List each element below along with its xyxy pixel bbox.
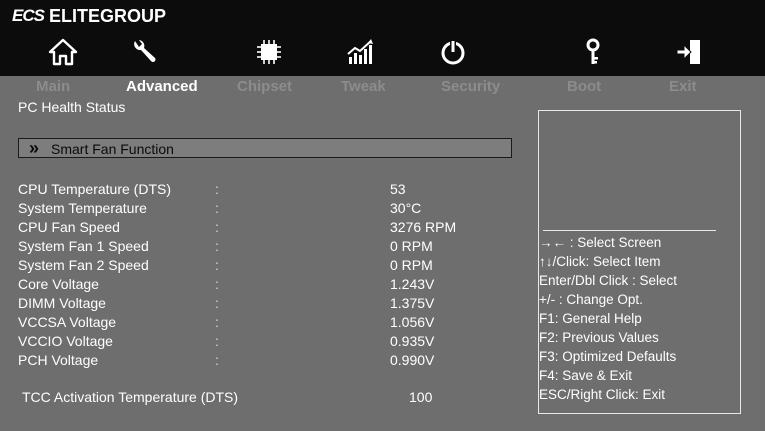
help-line: ↑↓/Click: Select Item xyxy=(539,254,661,269)
header-bar: ECS ELITEGROUP xyxy=(0,0,765,76)
brand: ECS ELITEGROUP xyxy=(12,5,166,27)
reading-label: VCCSA Voltage xyxy=(18,314,117,330)
reading-value: 0.990V xyxy=(390,352,435,368)
chart-icon[interactable] xyxy=(335,33,385,71)
reading-colon: : xyxy=(215,314,219,330)
help-line: +/- : Change Opt. xyxy=(539,292,643,307)
reading-value: 1.243V xyxy=(390,276,435,292)
reading-colon: : xyxy=(215,333,219,349)
reading-row: System Temperature : 30°C xyxy=(18,200,518,219)
reading-row: Core Voltage : 1.243V xyxy=(18,276,518,295)
reading-colon: : xyxy=(215,352,219,368)
reading-row: System Fan 2 Speed : 0 RPM xyxy=(18,257,518,276)
tcc-activation-temperature-label[interactable]: TCC Activation Temperature (DTS) xyxy=(22,389,238,405)
reading-value: 0 RPM xyxy=(390,238,433,254)
key-icon[interactable] xyxy=(568,33,618,71)
smart-fan-function-label: Smart Fan Function xyxy=(51,141,174,157)
reading-colon: : xyxy=(215,219,219,235)
tab-tweak[interactable]: Tweak xyxy=(341,78,386,95)
help-line: →← : Select Screen xyxy=(539,235,662,250)
reading-label: DIMM Voltage xyxy=(18,295,106,311)
reading-value: 1.056V xyxy=(390,314,435,330)
power-icon[interactable] xyxy=(428,33,478,71)
reading-value: 3276 RPM xyxy=(390,219,457,235)
tab-exit[interactable]: Exit xyxy=(669,78,697,95)
reading-row: CPU Fan Speed : 3276 RPM xyxy=(18,219,518,238)
reading-label: PCH Voltage xyxy=(18,352,99,368)
reading-colon: : xyxy=(215,238,219,254)
reading-colon: : xyxy=(215,276,219,292)
reading-label: Core Voltage xyxy=(18,276,99,292)
reading-value: 30°C xyxy=(390,200,422,216)
icon-bar xyxy=(0,33,765,73)
help-line: F4: Save & Exit xyxy=(539,368,633,383)
help-line: F3: Optimized Defaults xyxy=(539,349,677,364)
brand-name: ELITEGROUP xyxy=(48,5,166,26)
ecs-logo: ECS xyxy=(12,6,45,25)
reading-colon: : xyxy=(215,181,219,197)
reading-label: CPU Fan Speed xyxy=(18,219,120,235)
reading-value: 0 RPM xyxy=(390,257,433,273)
reading-row: DIMM Voltage : 1.375V xyxy=(18,295,518,314)
reading-colon: : xyxy=(215,257,219,273)
reading-colon: : xyxy=(215,200,219,216)
exit-icon[interactable] xyxy=(664,33,714,71)
wrench-icon[interactable] xyxy=(119,33,169,71)
home-icon[interactable] xyxy=(38,33,88,71)
tab-chipset[interactable]: Chipset xyxy=(237,78,292,95)
submenu-arrow-icon: » xyxy=(29,138,40,158)
reading-colon: : xyxy=(215,295,219,311)
reading-label: VCCIO Voltage xyxy=(18,333,113,349)
smart-fan-function-item[interactable]: » Smart Fan Function xyxy=(18,138,512,158)
reading-value: 1.375V xyxy=(390,295,435,311)
tab-security[interactable]: Security xyxy=(441,78,500,95)
tab-advanced[interactable]: Advanced xyxy=(126,78,198,95)
reading-label: System Fan 1 Speed xyxy=(18,238,149,254)
help-line: F1: General Help xyxy=(539,311,642,326)
reading-row: VCCIO Voltage : 0.935V xyxy=(18,333,518,352)
tab-boot[interactable]: Boot xyxy=(567,78,601,95)
chip-icon[interactable] xyxy=(244,33,294,71)
help-divider xyxy=(543,230,716,231)
reading-value: 0.935V xyxy=(390,333,435,349)
menu-bar: Main Advanced Chipset Tweak Security Boo… xyxy=(0,76,765,98)
bios-screen: ECS ELITEGROUP Main Advanced Chipset Twe… xyxy=(0,0,765,431)
help-line: Enter/Dbl Click : Select xyxy=(539,273,678,288)
page-title: PC Health Status xyxy=(18,99,126,115)
reading-row: System Fan 1 Speed : 0 RPM xyxy=(18,238,518,257)
reading-row: PCH Voltage : 0.990V xyxy=(18,352,518,371)
help-panel: →← : Select Screen ↑↓/Click: Select Item… xyxy=(538,110,741,414)
reading-value: 53 xyxy=(390,181,406,197)
help-line: F2: Previous Values xyxy=(539,330,659,345)
tab-main[interactable]: Main xyxy=(36,78,70,95)
reading-row: VCCSA Voltage : 1.056V xyxy=(18,314,518,333)
tcc-activation-temperature-value[interactable]: 100 xyxy=(409,389,432,405)
reading-label: System Fan 2 Speed xyxy=(18,257,149,273)
reading-row: CPU Temperature (DTS) : 53 xyxy=(18,181,518,200)
help-line: ESC/Right Click: Exit xyxy=(539,387,666,402)
reading-label: CPU Temperature (DTS) xyxy=(18,181,172,197)
reading-label: System Temperature xyxy=(18,200,147,216)
